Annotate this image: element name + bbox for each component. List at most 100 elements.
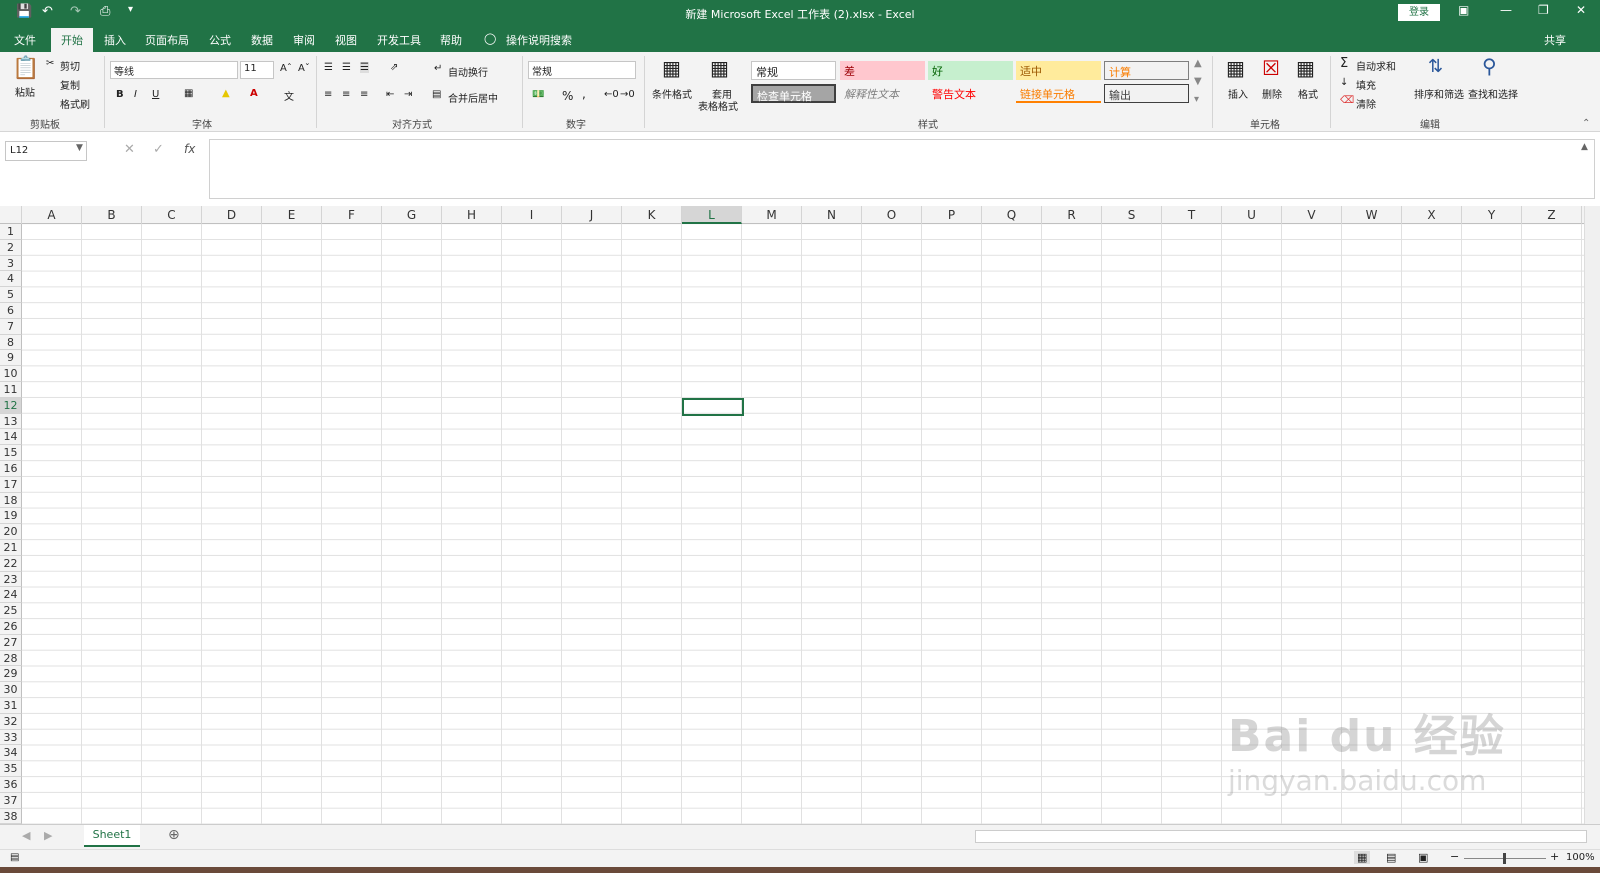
tab-formulas[interactable]: 公式 bbox=[209, 32, 231, 48]
row-header[interactable]: 38 bbox=[0, 808, 22, 825]
vertical-scrollbar[interactable] bbox=[1584, 206, 1600, 826]
italic-button[interactable]: I bbox=[134, 89, 137, 100]
column-header[interactable]: Q bbox=[982, 206, 1042, 224]
column-header[interactable]: Y bbox=[1462, 206, 1522, 224]
zoom-level[interactable]: 100% bbox=[1566, 852, 1595, 863]
row-header[interactable]: 15 bbox=[0, 445, 22, 461]
row-header[interactable]: 37 bbox=[0, 792, 22, 809]
name-box[interactable]: L12 bbox=[5, 141, 87, 161]
clear-icon[interactable]: ⌫ bbox=[1340, 95, 1354, 106]
row-header[interactable]: 5 bbox=[0, 287, 22, 303]
wrap-text-icon[interactable]: ↵ bbox=[434, 63, 442, 74]
ribbon-display-icon[interactable]: ▣ bbox=[1458, 3, 1469, 17]
paste-button[interactable]: 粘贴 bbox=[15, 84, 35, 99]
copy-button[interactable]: 复制 bbox=[60, 77, 80, 92]
styles-scroll-down-icon[interactable]: ▼ bbox=[1194, 76, 1202, 87]
delete-cells-button[interactable]: 删除 bbox=[1262, 86, 1282, 101]
row-header[interactable]: 12 bbox=[0, 397, 22, 414]
tab-review[interactable]: 审阅 bbox=[293, 32, 315, 48]
column-header[interactable]: M bbox=[742, 206, 802, 224]
row-header[interactable]: 26 bbox=[0, 619, 22, 635]
find-select-button[interactable]: 查找和选择 bbox=[1468, 86, 1518, 101]
row-header[interactable]: 19 bbox=[0, 508, 22, 525]
login-button[interactable]: 登录 bbox=[1398, 4, 1440, 21]
row-header[interactable]: 24 bbox=[0, 587, 22, 604]
increase-decimal-icon[interactable]: ←0 bbox=[604, 89, 619, 100]
column-header[interactable]: L bbox=[682, 206, 742, 224]
row-header[interactable]: 35 bbox=[0, 761, 22, 777]
font-name-select[interactable]: 等线 bbox=[110, 61, 238, 79]
decrease-decimal-icon[interactable]: →0 bbox=[620, 89, 635, 100]
delete-cells-icon[interactable]: ☒ bbox=[1262, 56, 1280, 80]
minimize-icon[interactable]: — bbox=[1500, 3, 1512, 17]
sort-filter-button[interactable]: 排序和筛选 bbox=[1414, 86, 1464, 101]
align-center-icon[interactable]: ≡ bbox=[342, 89, 350, 100]
format-table-label-2[interactable]: 表格格式 bbox=[698, 98, 738, 113]
style-good[interactable]: 好 bbox=[928, 61, 1013, 80]
merge-center-button[interactable]: 合并后居中 bbox=[448, 90, 498, 105]
styles-more-icon[interactable]: ▾ bbox=[1194, 94, 1199, 105]
grow-font-icon[interactable]: Aˆ bbox=[280, 63, 292, 74]
fill-button[interactable]: 填充 bbox=[1356, 77, 1376, 92]
conditional-format-icon[interactable]: ▦ bbox=[662, 56, 681, 80]
row-header[interactable]: 30 bbox=[0, 682, 22, 698]
row-header[interactable]: 2 bbox=[0, 239, 22, 256]
row-header[interactable]: 4 bbox=[0, 271, 22, 288]
row-header[interactable]: 18 bbox=[0, 492, 22, 509]
find-icon[interactable]: ⚲ bbox=[1482, 54, 1497, 78]
collapse-formula-icon[interactable]: ▲ bbox=[1581, 142, 1588, 152]
shrink-font-icon[interactable]: Aˇ bbox=[298, 63, 310, 74]
style-calculation[interactable]: 计算 bbox=[1104, 61, 1189, 80]
normal-view-icon[interactable]: ▦ bbox=[1354, 851, 1371, 864]
currency-icon[interactable]: 💵 bbox=[532, 89, 544, 100]
style-bad[interactable]: 差 bbox=[840, 61, 925, 80]
row-header[interactable]: 9 bbox=[0, 350, 22, 367]
row-header[interactable]: 16 bbox=[0, 461, 22, 477]
row-header[interactable]: 34 bbox=[0, 745, 22, 762]
style-normal[interactable]: 常规 bbox=[751, 61, 836, 80]
align-bottom-icon[interactable]: ☰ bbox=[360, 62, 369, 73]
next-sheet-icon[interactable]: ▶ bbox=[44, 829, 52, 842]
merge-icon[interactable]: ▤ bbox=[432, 89, 441, 100]
column-header[interactable]: H bbox=[442, 206, 502, 224]
close-icon[interactable]: ✕ bbox=[1576, 3, 1586, 17]
tab-view[interactable]: 视图 bbox=[335, 32, 357, 48]
column-header[interactable]: V bbox=[1282, 206, 1342, 224]
underline-button[interactable]: U bbox=[152, 89, 159, 100]
row-header[interactable]: 36 bbox=[0, 777, 22, 793]
styles-scroll-up-icon[interactable]: ▲ bbox=[1194, 58, 1202, 69]
font-size-select[interactable]: 11 bbox=[240, 61, 274, 79]
formula-input[interactable] bbox=[209, 139, 1595, 199]
tell-me-search[interactable]: 操作说明搜索 bbox=[506, 32, 572, 48]
align-top-icon[interactable]: ☰ bbox=[324, 62, 333, 73]
column-header[interactable]: D bbox=[202, 206, 262, 224]
autosum-icon[interactable]: Σ bbox=[1340, 56, 1348, 71]
tab-home[interactable]: 开始 bbox=[51, 28, 93, 52]
column-header[interactable]: C bbox=[142, 206, 202, 224]
row-header[interactable]: 13 bbox=[0, 413, 22, 430]
row-header[interactable]: 29 bbox=[0, 666, 22, 683]
column-header[interactable]: S bbox=[1102, 206, 1162, 224]
zoom-out-icon[interactable]: − bbox=[1450, 850, 1459, 863]
macro-record-icon[interactable]: ▤ bbox=[10, 852, 19, 863]
wrap-text-button[interactable]: 自动换行 bbox=[448, 64, 488, 79]
style-linked-cell[interactable]: 链接单元格 bbox=[1016, 84, 1101, 103]
prev-sheet-icon[interactable]: ◀ bbox=[22, 829, 30, 842]
style-warning[interactable]: 警告文本 bbox=[928, 84, 1013, 103]
column-header[interactable]: E bbox=[262, 206, 322, 224]
row-header[interactable]: 8 bbox=[0, 334, 22, 351]
collapse-ribbon-icon[interactable]: ⌃ bbox=[1582, 118, 1590, 129]
column-header[interactable]: Z bbox=[1522, 206, 1582, 224]
sheet-tab[interactable]: Sheet1 bbox=[84, 825, 140, 847]
clear-button[interactable]: 清除 bbox=[1356, 96, 1376, 111]
row-header[interactable]: 7 bbox=[0, 318, 22, 335]
zoom-in-icon[interactable]: + bbox=[1550, 850, 1559, 863]
row-header[interactable]: 31 bbox=[0, 698, 22, 714]
row-header[interactable]: 11 bbox=[0, 382, 22, 398]
row-header[interactable]: 25 bbox=[0, 603, 22, 619]
cut-icon[interactable]: ✂ bbox=[46, 58, 54, 69]
row-header[interactable]: 17 bbox=[0, 476, 22, 493]
tab-developer[interactable]: 开发工具 bbox=[377, 32, 421, 48]
row-header[interactable]: 6 bbox=[0, 303, 22, 319]
namebox-dropdown-icon[interactable]: ▼ bbox=[76, 143, 83, 153]
